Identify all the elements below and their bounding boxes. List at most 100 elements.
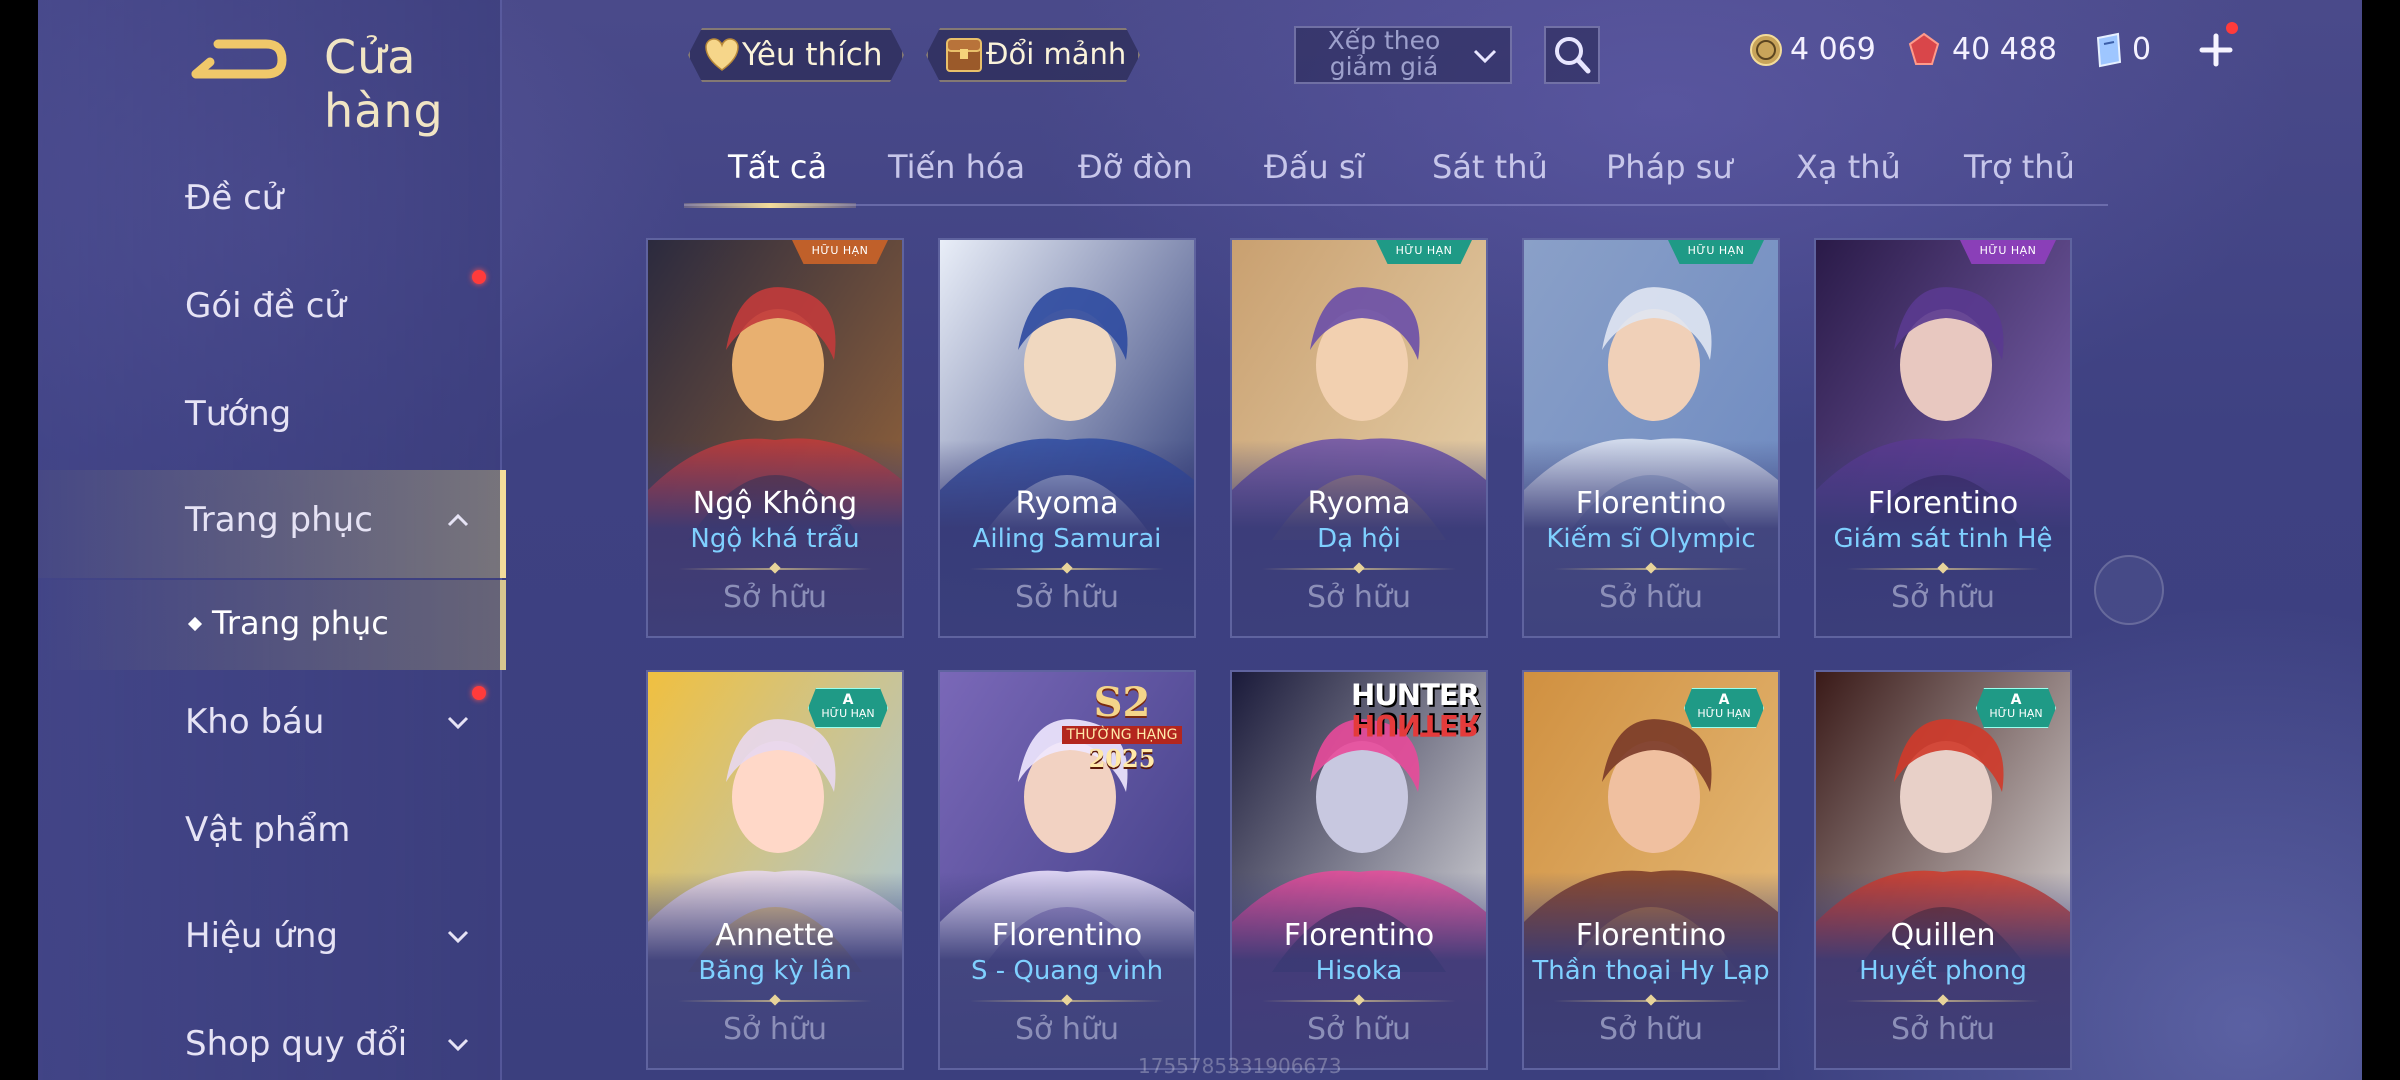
sidebar: Cửa hàng Đề cử Gói đề cử Tướng Trang phục Kh… (38, 0, 506, 1080)
skin-card[interactable]: A HỮU HẠN Quillen Huyết phong Sở hữu (1814, 670, 2072, 1070)
sidebar-item-label: Hiệu ứng (185, 916, 338, 956)
hero-name: Ryoma (1015, 486, 1119, 521)
treasure-chest-icon (944, 35, 984, 75)
hero-name: Florentino (1575, 486, 1727, 521)
game-screen: Cửa hàng Đề cử Gói đề cử Tướng Trang phục Kh… (38, 0, 2362, 1080)
chevron-down-icon (447, 930, 469, 944)
badge-text: HỮU HẠN (1989, 707, 2043, 720)
season-s2-logo: S2 THƯỜNG HẠNG 2025 (1060, 682, 1184, 773)
skin-card[interactable]: HỮU HẠN Ngộ Không Ngộ khá trẩu Sở hữu (646, 238, 904, 638)
skin-name: Kiếm sĩ Olympic (1546, 524, 1756, 554)
owned-status: Sở hữu (723, 1012, 827, 1047)
notification-dot (472, 270, 486, 284)
hero-name: Florentino (1283, 918, 1435, 953)
skin-card[interactable]: HỮU HẠN Ryoma Dạ hội Sở hữu (1230, 238, 1488, 638)
sidebar-subitem-trang-phuc[interactable]: Trang phục (38, 580, 506, 670)
tab-0[interactable]: Tất cả (728, 148, 827, 186)
season-rank: THƯỜNG HẠNG (1062, 726, 1182, 744)
sidebar-item-label: Đề cử (185, 178, 284, 218)
sidebar-item-label: Tướng (185, 394, 292, 434)
back-arrow-icon[interactable] (188, 30, 288, 90)
sidebar-item-0[interactable]: Đề cử (38, 148, 500, 248)
limited-badge: HỮU HẠN (1960, 240, 2056, 264)
sidebar-item-7[interactable]: Shop quy đổi (38, 994, 500, 1080)
sidebar-item-2[interactable]: Tướng (38, 364, 500, 464)
blue-ticket-icon (2096, 32, 2122, 68)
skin-name: Hisoka (1315, 956, 1403, 986)
skin-name: Giám sát tinh Hệ (1833, 524, 2053, 554)
sidebar-item-label: Trang phục (185, 500, 373, 540)
season-year: 2025 (1088, 744, 1156, 773)
limited-badge: A HỮU HẠN (808, 688, 888, 728)
plus-icon (2199, 33, 2233, 67)
favorites-label: Yêu thích (742, 37, 883, 73)
exchange-shards-button[interactable]: Đổi mảnh (926, 28, 1140, 82)
owned-status: Sở hữu (1599, 1012, 1703, 1047)
skin-card[interactable]: S2 THƯỜNG HẠNG 2025 Florentino S - Quang vin… (938, 670, 1196, 1070)
tab-2[interactable]: Đỡ đòn (1078, 148, 1193, 186)
limited-badge: HỮU HẠN (792, 240, 888, 264)
owned-status: Sở hữu (723, 580, 827, 615)
tab-5[interactable]: Pháp sư (1606, 148, 1733, 186)
skin-card[interactable]: HỮU HẠN Florentino Kiếm sĩ Olympic Sở hữu (1522, 238, 1780, 638)
skin-card[interactable]: HỮU HẠN Florentino Giám sát tinh Hệ Sở hữu (1814, 238, 2072, 638)
badge-grade: A (2010, 692, 2022, 708)
owned-status: Sở hữu (1891, 580, 1995, 615)
skin-name: Thần thoại Hy Lạp (1532, 956, 1770, 986)
sidebar-item-label: Gói đề cử (185, 286, 346, 326)
add-currency-button[interactable] (2196, 22, 2238, 70)
sidebar-item-label: Kho báu (185, 702, 325, 742)
hero-name: Florentino (1867, 486, 2019, 521)
sidebar-subitem-label: Trang phục (212, 604, 389, 642)
skin-name: Ngộ khá trẩu (690, 524, 860, 554)
skin-name: Ailing Samurai (972, 524, 1162, 554)
tab-3[interactable]: Đấu sĩ (1264, 148, 1364, 186)
uid-watermark: 1755785331906673 (1138, 1054, 1342, 1078)
page-title: Cửa hàng (324, 30, 444, 138)
tab-7[interactable]: Trợ thủ (1964, 148, 2075, 186)
hero-name: Quillen (1890, 918, 1996, 953)
skin-card[interactable]: A HỮU HẠN Annette Băng kỳ lân Sở hữu (646, 670, 904, 1070)
hunter-logo-top: HUNTER (1350, 678, 1480, 712)
notification-dot (2226, 22, 2238, 34)
chevron-down-icon (447, 1038, 469, 1052)
sidebar-item-4[interactable]: Kho báu (38, 672, 500, 772)
hero-name: Ngộ Không (692, 486, 858, 521)
skin-card[interactable]: A HỮU HẠN Florentino Thần thoại Hy Lạp Sở hữ… (1522, 670, 1780, 1070)
tab-6[interactable]: Xạ thủ (1796, 148, 1901, 186)
hero-name: Florentino (991, 918, 1143, 953)
heart-icon (704, 38, 740, 72)
sidebar-item-5[interactable]: Vật phẩm (38, 780, 500, 880)
sort-dropdown[interactable]: Xếp theo giảm giá (1294, 26, 1512, 84)
sort-label: Xếp theo giảm giá (1327, 26, 1441, 81)
favorites-button[interactable]: Yêu thích (688, 28, 904, 82)
skin-name: Băng kỳ lân (698, 956, 852, 986)
sidebar-item-6[interactable]: Hiệu ứng (38, 886, 500, 986)
search-button[interactable] (1544, 26, 1600, 84)
badge-grade: A (1718, 692, 1730, 708)
tab-1[interactable]: Tiến hóa (888, 148, 1025, 186)
floating-ring-button[interactable] (2094, 555, 2164, 625)
skin-card[interactable]: Ryoma Ailing Samurai Sở hữu (938, 238, 1196, 638)
skin-card[interactable]: HUNTER HUNTER Florentino Hisoka Sở hữu (1230, 670, 1488, 1070)
skin-name: Dạ hội (1317, 524, 1401, 554)
category-tabs: Tất cả Tiến hóa Đỡ đòn Đấu sĩ Sát thủ Pháp sư… (684, 140, 2108, 208)
sidebar-item-3[interactable]: Trang phục (38, 470, 506, 578)
voucher-amount: 40 488 (1952, 32, 2057, 67)
sidebar-item-1[interactable]: Gói đề cử (38, 256, 500, 356)
tab-4[interactable]: Sát thủ (1432, 148, 1548, 186)
skin-name: Huyết phong (1859, 956, 2027, 986)
sidebar-item-label: Vật phẩm (185, 810, 351, 850)
notification-dot (472, 686, 486, 700)
hero-name: Annette (715, 918, 835, 953)
active-tab-indicator (684, 203, 856, 208)
red-gem-icon (1908, 32, 1940, 65)
badge-grade: A (842, 692, 854, 708)
currency-voucher: 40 488 (1904, 28, 2074, 72)
owned-status: Sở hữu (1015, 580, 1119, 615)
hunter-logo-bottom: HUNTER (1350, 708, 1479, 742)
badge-text: HỮU HẠN (821, 707, 875, 720)
season-title: S2 (1093, 679, 1151, 726)
owned-status: Sở hữu (1015, 1012, 1119, 1047)
limited-badge: HỮU HẠN (1668, 240, 1764, 264)
